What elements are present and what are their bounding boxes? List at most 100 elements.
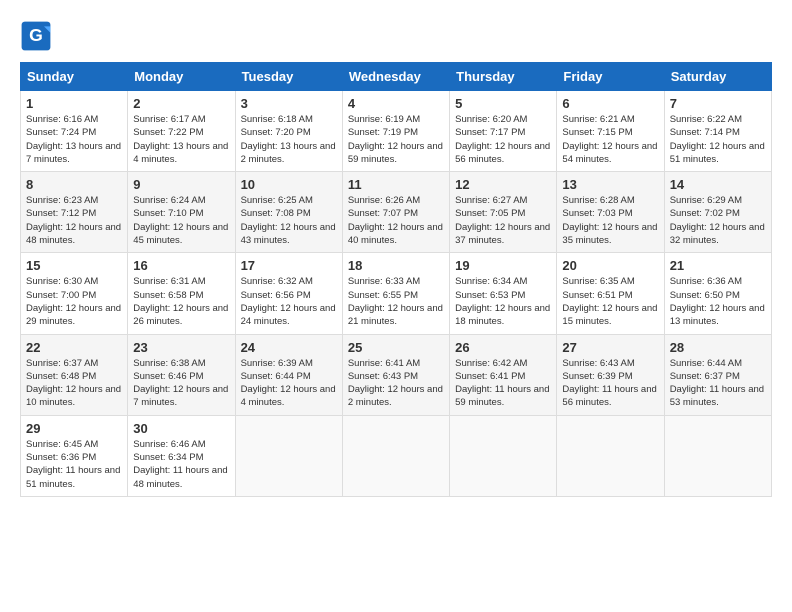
day-info: Sunrise: 6:42 AMSunset: 6:41 PMDaylight:… [455, 358, 549, 409]
calendar-day-cell: 15 Sunrise: 6:30 AMSunset: 7:00 PMDaylig… [21, 253, 128, 334]
day-number: 15 [26, 258, 122, 273]
day-number: 18 [348, 258, 444, 273]
calendar-day-cell: 24 Sunrise: 6:39 AMSunset: 6:44 PMDaylig… [235, 334, 342, 415]
day-number: 10 [241, 177, 337, 192]
day-info: Sunrise: 6:21 AMSunset: 7:15 PMDaylight:… [562, 114, 657, 165]
calendar-day-cell: 10 Sunrise: 6:25 AMSunset: 7:08 PMDaylig… [235, 172, 342, 253]
calendar-day-cell [342, 415, 449, 496]
day-number: 23 [133, 340, 229, 355]
day-number: 14 [670, 177, 766, 192]
day-of-week-header: Wednesday [342, 63, 449, 91]
calendar-day-cell: 26 Sunrise: 6:42 AMSunset: 6:41 PMDaylig… [450, 334, 557, 415]
calendar-week-row: 15 Sunrise: 6:30 AMSunset: 7:00 PMDaylig… [21, 253, 772, 334]
day-number: 12 [455, 177, 551, 192]
day-info: Sunrise: 6:20 AMSunset: 7:17 PMDaylight:… [455, 114, 550, 165]
day-info: Sunrise: 6:45 AMSunset: 6:36 PMDaylight:… [26, 439, 120, 490]
page-header: G [20, 20, 772, 52]
calendar-day-cell: 16 Sunrise: 6:31 AMSunset: 6:58 PMDaylig… [128, 253, 235, 334]
calendar-day-cell [235, 415, 342, 496]
day-info: Sunrise: 6:18 AMSunset: 7:20 PMDaylight:… [241, 114, 336, 165]
day-info: Sunrise: 6:39 AMSunset: 6:44 PMDaylight:… [241, 358, 336, 409]
calendar-day-cell: 29 Sunrise: 6:45 AMSunset: 6:36 PMDaylig… [21, 415, 128, 496]
day-of-week-header: Saturday [664, 63, 771, 91]
day-number: 9 [133, 177, 229, 192]
calendar-day-cell: 21 Sunrise: 6:36 AMSunset: 6:50 PMDaylig… [664, 253, 771, 334]
day-info: Sunrise: 6:34 AMSunset: 6:53 PMDaylight:… [455, 276, 550, 327]
day-info: Sunrise: 6:43 AMSunset: 6:39 PMDaylight:… [562, 358, 656, 409]
day-number: 8 [26, 177, 122, 192]
calendar-day-cell: 22 Sunrise: 6:37 AMSunset: 6:48 PMDaylig… [21, 334, 128, 415]
calendar-day-cell: 6 Sunrise: 6:21 AMSunset: 7:15 PMDayligh… [557, 91, 664, 172]
day-number: 29 [26, 421, 122, 436]
day-info: Sunrise: 6:16 AMSunset: 7:24 PMDaylight:… [26, 114, 121, 165]
day-number: 13 [562, 177, 658, 192]
day-number: 22 [26, 340, 122, 355]
day-number: 17 [241, 258, 337, 273]
day-info: Sunrise: 6:46 AMSunset: 6:34 PMDaylight:… [133, 439, 227, 490]
day-of-week-header: Monday [128, 63, 235, 91]
day-info: Sunrise: 6:26 AMSunset: 7:07 PMDaylight:… [348, 195, 443, 246]
day-info: Sunrise: 6:38 AMSunset: 6:46 PMDaylight:… [133, 358, 228, 409]
calendar-day-cell [557, 415, 664, 496]
day-of-week-header: Thursday [450, 63, 557, 91]
day-number: 27 [562, 340, 658, 355]
day-number: 16 [133, 258, 229, 273]
calendar-day-cell: 23 Sunrise: 6:38 AMSunset: 6:46 PMDaylig… [128, 334, 235, 415]
day-number: 24 [241, 340, 337, 355]
calendar-day-cell: 11 Sunrise: 6:26 AMSunset: 7:07 PMDaylig… [342, 172, 449, 253]
calendar-day-cell [664, 415, 771, 496]
calendar-day-cell: 20 Sunrise: 6:35 AMSunset: 6:51 PMDaylig… [557, 253, 664, 334]
calendar-day-cell: 13 Sunrise: 6:28 AMSunset: 7:03 PMDaylig… [557, 172, 664, 253]
day-info: Sunrise: 6:36 AMSunset: 6:50 PMDaylight:… [670, 276, 765, 327]
calendar-day-cell: 12 Sunrise: 6:27 AMSunset: 7:05 PMDaylig… [450, 172, 557, 253]
day-info: Sunrise: 6:17 AMSunset: 7:22 PMDaylight:… [133, 114, 228, 165]
calendar-day-cell: 28 Sunrise: 6:44 AMSunset: 6:37 PMDaylig… [664, 334, 771, 415]
day-info: Sunrise: 6:33 AMSunset: 6:55 PMDaylight:… [348, 276, 443, 327]
day-number: 7 [670, 96, 766, 111]
calendar-day-cell: 7 Sunrise: 6:22 AMSunset: 7:14 PMDayligh… [664, 91, 771, 172]
logo-icon: G [20, 20, 52, 52]
day-info: Sunrise: 6:19 AMSunset: 7:19 PMDaylight:… [348, 114, 443, 165]
calendar-day-cell: 2 Sunrise: 6:17 AMSunset: 7:22 PMDayligh… [128, 91, 235, 172]
day-info: Sunrise: 6:23 AMSunset: 7:12 PMDaylight:… [26, 195, 121, 246]
calendar-day-cell: 5 Sunrise: 6:20 AMSunset: 7:17 PMDayligh… [450, 91, 557, 172]
day-info: Sunrise: 6:44 AMSunset: 6:37 PMDaylight:… [670, 358, 764, 409]
calendar-day-cell: 18 Sunrise: 6:33 AMSunset: 6:55 PMDaylig… [342, 253, 449, 334]
day-info: Sunrise: 6:35 AMSunset: 6:51 PMDaylight:… [562, 276, 657, 327]
day-number: 3 [241, 96, 337, 111]
calendar-day-cell: 1 Sunrise: 6:16 AMSunset: 7:24 PMDayligh… [21, 91, 128, 172]
day-number: 6 [562, 96, 658, 111]
calendar-day-cell: 30 Sunrise: 6:46 AMSunset: 6:34 PMDaylig… [128, 415, 235, 496]
day-number: 28 [670, 340, 766, 355]
day-number: 30 [133, 421, 229, 436]
day-info: Sunrise: 6:30 AMSunset: 7:00 PMDaylight:… [26, 276, 121, 327]
calendar-day-cell: 14 Sunrise: 6:29 AMSunset: 7:02 PMDaylig… [664, 172, 771, 253]
calendar-week-row: 8 Sunrise: 6:23 AMSunset: 7:12 PMDayligh… [21, 172, 772, 253]
day-number: 11 [348, 177, 444, 192]
day-info: Sunrise: 6:25 AMSunset: 7:08 PMDaylight:… [241, 195, 336, 246]
day-number: 21 [670, 258, 766, 273]
day-number: 25 [348, 340, 444, 355]
calendar-week-row: 22 Sunrise: 6:37 AMSunset: 6:48 PMDaylig… [21, 334, 772, 415]
day-number: 20 [562, 258, 658, 273]
day-number: 4 [348, 96, 444, 111]
calendar-day-cell: 17 Sunrise: 6:32 AMSunset: 6:56 PMDaylig… [235, 253, 342, 334]
calendar-day-cell: 4 Sunrise: 6:19 AMSunset: 7:19 PMDayligh… [342, 91, 449, 172]
day-info: Sunrise: 6:37 AMSunset: 6:48 PMDaylight:… [26, 358, 121, 409]
svg-text:G: G [29, 25, 43, 45]
calendar-day-cell: 3 Sunrise: 6:18 AMSunset: 7:20 PMDayligh… [235, 91, 342, 172]
day-of-week-header: Friday [557, 63, 664, 91]
day-number: 26 [455, 340, 551, 355]
day-number: 2 [133, 96, 229, 111]
calendar-day-cell: 19 Sunrise: 6:34 AMSunset: 6:53 PMDaylig… [450, 253, 557, 334]
day-info: Sunrise: 6:24 AMSunset: 7:10 PMDaylight:… [133, 195, 228, 246]
day-info: Sunrise: 6:32 AMSunset: 6:56 PMDaylight:… [241, 276, 336, 327]
day-number: 1 [26, 96, 122, 111]
day-info: Sunrise: 6:29 AMSunset: 7:02 PMDaylight:… [670, 195, 765, 246]
day-number: 5 [455, 96, 551, 111]
day-of-week-header: Tuesday [235, 63, 342, 91]
calendar-week-row: 1 Sunrise: 6:16 AMSunset: 7:24 PMDayligh… [21, 91, 772, 172]
day-info: Sunrise: 6:28 AMSunset: 7:03 PMDaylight:… [562, 195, 657, 246]
calendar-day-cell [450, 415, 557, 496]
day-info: Sunrise: 6:31 AMSunset: 6:58 PMDaylight:… [133, 276, 228, 327]
